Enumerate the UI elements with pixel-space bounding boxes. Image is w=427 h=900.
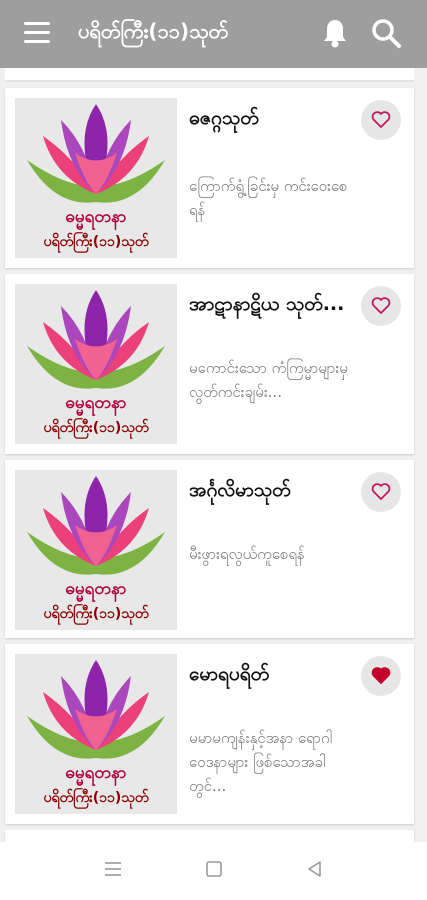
system-nav-bar: [0, 842, 427, 900]
lotus-thumbnail: ဓမ္မရတနာ ပရိတ်ကြီး(၁၁)သုတ်: [15, 654, 177, 814]
heart-outline-icon: [371, 111, 391, 128]
list-item[interactable]: ဓမ္မရတနာ ပရိတ်ကြီး(၁၁)သုတ် အင်္ဂုလိမာသုတ…: [5, 460, 414, 638]
thumbnail-brand: ဓမ္မရတနာ: [65, 579, 127, 599]
thumbnail-brand: ဓမ္မရတနာ: [65, 763, 127, 783]
item-title: မောရပရိတ်: [189, 663, 270, 685]
item-description: မမာမကျန်းနှင့်အနာ ရောဂါဝေဒနာများ ဖြစ်သော…: [189, 729, 333, 795]
app-bar: ပရိတ်ကြီး(၁၁)သုတ်: [0, 0, 427, 68]
list-item[interactable]: ဓမ္မရတနာ ပရိတ်ကြီး(၁၁)သုတ် မောရပရိတ် မမာ…: [5, 644, 414, 824]
thumbnail-subtitle: ပရိတ်ကြီး(၁၁)သုတ်: [43, 606, 149, 622]
favorite-button[interactable]: [361, 286, 401, 326]
list-item-partial[interactable]: [5, 830, 414, 842]
search-icon[interactable]: [370, 17, 402, 49]
lotus-thumbnail: ဓမ္မရတနာ ပရိတ်ကြီး(၁၁)သုတ်: [15, 470, 177, 630]
item-title: အင်္ဂုလိမာသုတ်: [189, 479, 291, 501]
item-description: မကောင်းသော ကံကြမ္မာများမှ လွတ်ကင်းချမ်း.…: [189, 359, 348, 401]
favorite-button[interactable]: [361, 472, 401, 512]
thumbnail-subtitle: ပရိတ်ကြီး(၁၁)သုတ်: [43, 234, 149, 250]
lotus-thumbnail: ဓမ္မရတနာ ပရိတ်ကြီး(၁၁)သုတ်: [15, 284, 177, 444]
thumbnail-subtitle: ပရိတ်ကြီး(၁၁)သုတ်: [43, 790, 149, 806]
item-title: ဓဇဂ္ဂသုတ်: [189, 107, 259, 129]
item-description: မီးဖွားရလွယ်ကူစေရန်: [189, 545, 305, 563]
list-item[interactable]: ဓမ္မရတနာ ပရိတ်ကြီး(၁၁)သုတ် ဓဇဂ္ဂသုတ် ကြေ…: [5, 88, 414, 268]
list-item-partial: [5, 68, 414, 82]
item-description: ကြောက်ရွံ့ခြင်းမှ ကင်းဝေးစေရန်: [189, 177, 348, 219]
thumbnail-brand: ဓမ္မရတနာ: [65, 207, 127, 227]
lotus-thumbnail: ဓမ္မရတနာ ပရိတ်ကြီး(၁၁)သုတ်: [15, 98, 177, 258]
heart-outline-icon: [371, 297, 391, 314]
list-item[interactable]: ဓမ္မရတနာ ပရိတ်ကြီး(၁၁)သုတ် အာဋာနာဋိယ သုတ…: [5, 274, 414, 454]
page-title: ပရိတ်ကြီး(၁၁)သုတ်: [78, 19, 228, 43]
menu-icon[interactable]: [24, 22, 50, 44]
item-title: အာဋာနာဋိယ သုတ်...: [189, 293, 345, 315]
thumbnail-brand: ဓမ္မရတနာ: [65, 393, 127, 413]
favorite-button[interactable]: [361, 100, 401, 140]
bell-icon[interactable]: [320, 17, 350, 49]
heart-outline-icon: [371, 483, 391, 500]
heart-filled-icon: [371, 667, 391, 684]
home-icon[interactable]: [205, 860, 223, 882]
thumbnail-subtitle: ပရိတ်ကြီး(၁၁)သုတ်: [43, 420, 149, 436]
back-icon[interactable]: [306, 860, 324, 882]
recents-icon[interactable]: [104, 860, 122, 882]
favorite-button[interactable]: [361, 656, 401, 696]
sutta-list[interactable]: ဓမ္မရတနာ ပရိတ်ကြီး(၁၁)သုတ် ဓဇဂ္ဂသုတ် ကြေ…: [0, 68, 427, 842]
